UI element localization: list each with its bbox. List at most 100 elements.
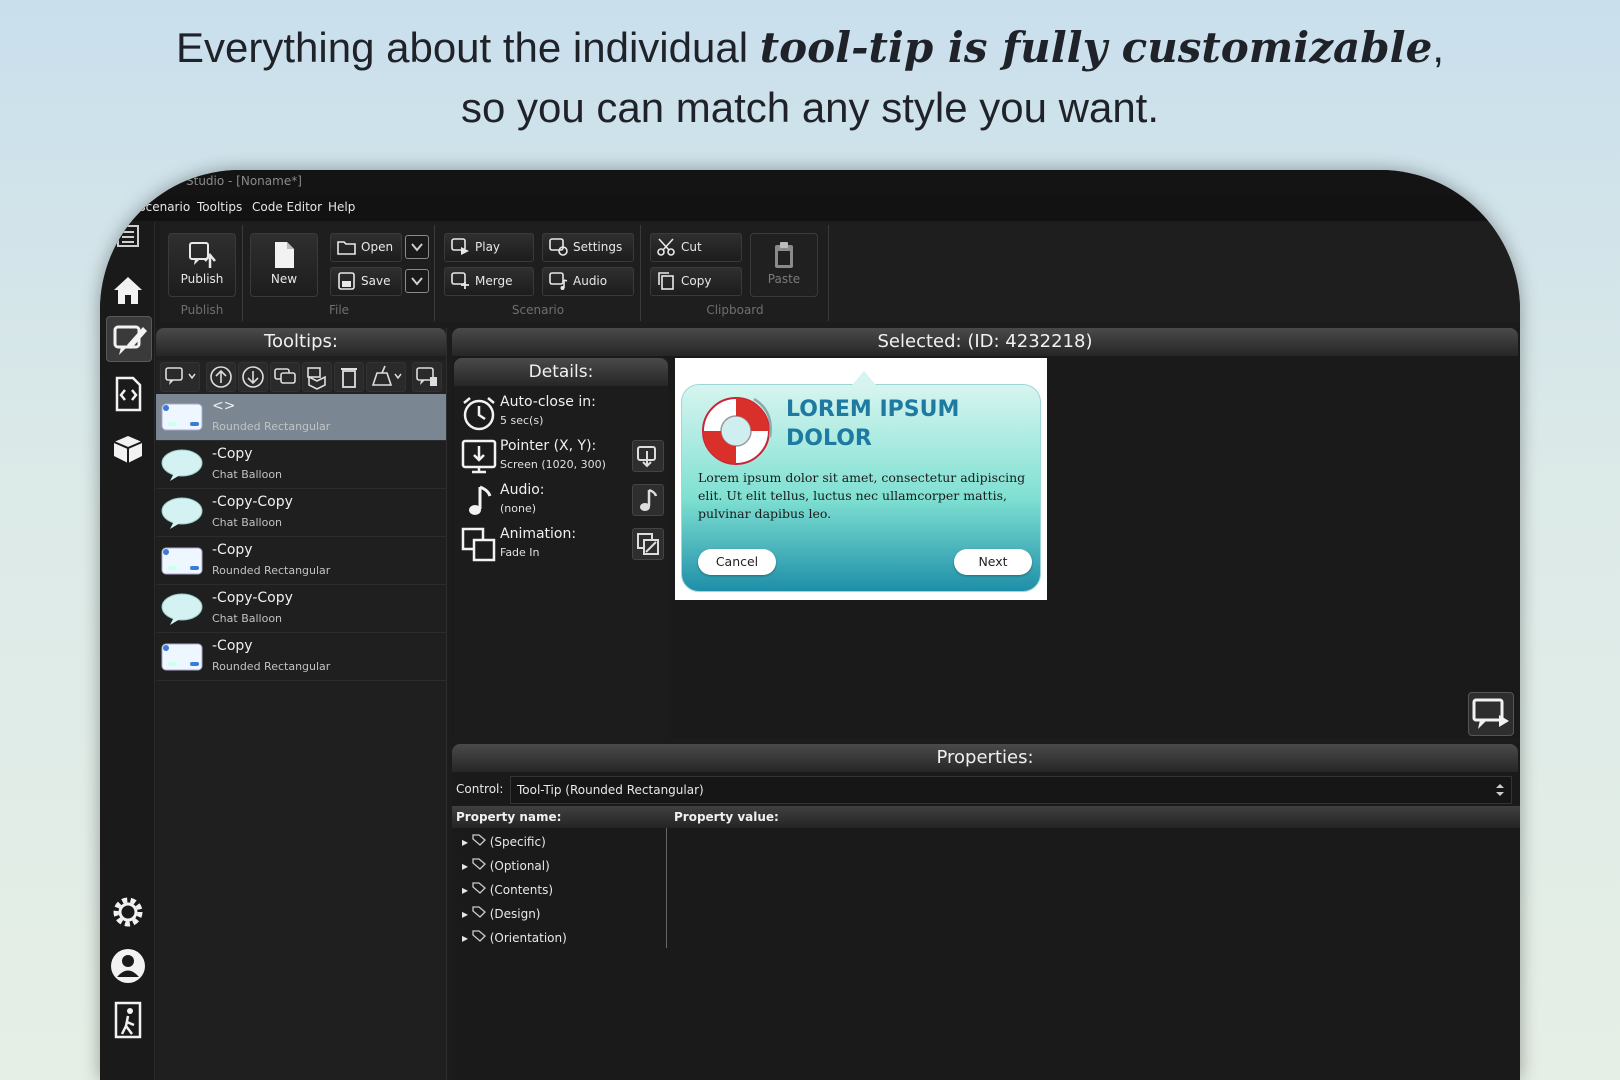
chevron-down-icon [411,243,423,252]
control-select[interactable]: Tool-Tip (Rounded Rectangular) [510,776,1512,804]
user-account-icon[interactable] [106,944,150,988]
tooltip-item-kind: Chat Balloon [212,612,283,625]
headline-line1: Everything about the individual tool-tip… [0,18,1620,78]
new-button[interactable]: New [250,233,318,297]
expand-arrow-icon: ▸ [462,835,469,849]
selected-tooltip-area: Selected: (ID: 4232218) Details: Auto-cl… [452,328,1520,738]
add-bubble-icon [165,367,196,385]
broom-icon [371,365,402,386]
preview-body: Lorem ipsum dolor sit amet, consectetur … [698,470,1026,521]
headline-prefix: Everything about the individual [176,24,760,71]
monitor-icon [416,367,437,386]
expand-arrow-icon: ▸ [462,907,469,921]
detail-audio[interactable]: Audio: (none) [454,480,668,522]
property-row-specific[interactable]: ▸ (Specific) [462,834,546,856]
autoclose-label: Auto-close in: [500,394,596,410]
audio-detail-value: (none) [500,502,537,515]
pick-pointer-button[interactable] [632,440,664,472]
code-file-icon[interactable] [106,372,150,416]
pointer-label: Pointer (X, Y): [500,438,597,454]
move-up-button[interactable] [206,362,236,392]
animation-frames-icon [461,527,496,562]
open-button[interactable]: Open [330,233,402,262]
tag-icon [472,882,486,894]
properties-header: Properties: [452,744,1518,772]
tooltip-item-name: -Copy [212,542,253,558]
audio-button[interactable]: Audio [542,267,634,296]
menu-scenario[interactable]: Scenario [138,200,190,214]
tooltip-list-item[interactable]: -Copy Rounded Rectangular [156,634,446,681]
bubble-pointer [852,371,876,385]
home-icon[interactable] [106,268,150,312]
tooltips-header: Tooltips: [156,328,446,356]
settings-gear-icon[interactable] [106,890,150,934]
chat-balloon-thumbnail-icon [161,593,203,625]
delete-tooltip-button[interactable] [334,362,364,392]
clipboard-icon [775,242,793,268]
detail-pointer[interactable]: Pointer (X, Y): Screen (1020, 300) [454,436,668,478]
property-name-column: Property name: [456,810,562,824]
copy-button[interactable]: Copy [650,267,742,296]
exit-icon[interactable] [106,998,150,1042]
clean-tooltips-button[interactable] [366,362,406,392]
scenario-group-label: Scenario [511,303,565,317]
expand-arrow-icon: ▸ [462,931,469,945]
menu-tooltips[interactable]: Tooltips [197,200,242,214]
sidebar-list-icon[interactable] [106,222,150,266]
tooltip-list-item[interactable]: -Copy-Copy Chat Balloon [156,490,446,537]
group-tooltip-button[interactable] [302,362,332,392]
menu-help[interactable]: Help [328,200,355,214]
alarm-clock-icon [463,397,495,431]
preview-tooltip-button[interactable] [412,362,442,392]
preview-next-button[interactable]: Next [954,549,1032,575]
property-row-orientation[interactable]: ▸ (Orientation) [462,930,567,952]
headline-line2: so you can match any style you want. [460,84,1160,131]
tooltip-list-item[interactable]: <> Rounded Rectangular [156,394,446,441]
music-note-icon [469,485,492,515]
tooltip-list-item[interactable]: -Copy Rounded Rectangular [156,538,446,585]
play-button[interactable]: Play [444,233,534,262]
copy-icon [658,272,674,290]
edit-animation-button[interactable] [632,528,664,560]
preview-cancel-button[interactable]: Cancel [698,549,776,575]
animation-value: Fade In [500,546,540,559]
app-window: Studio - [Noname*] Scenario Tooltips Cod… [100,170,1520,1080]
tooltip-item-name: -Copy [212,446,253,462]
left-sidebar [100,222,155,1080]
ribbon-group-scenario: Play Settings Merge Audio Scenario [436,225,641,321]
property-row-design[interactable]: ▸ (Design) [462,906,540,928]
pointer-value: Screen (1020, 300) [500,458,606,471]
settings-button[interactable]: Settings [542,233,634,262]
play-preview-button[interactable] [1468,692,1514,736]
cut-button[interactable]: Cut [650,233,742,262]
detail-animation[interactable]: Animation: Fade In [454,524,668,566]
ribbon-toolbar: Publish Publish New Open Save File Play … [160,222,1520,322]
publish-button[interactable]: Publish [168,233,236,297]
save-dropdown[interactable] [405,269,429,293]
tooltips-toolbar [156,360,446,394]
package-icon[interactable] [106,426,150,470]
lifebuoy-icon [702,397,772,465]
merge-button[interactable]: Merge [444,267,534,296]
move-down-button[interactable] [238,362,268,392]
add-tooltip-button[interactable] [160,362,200,392]
tooltip-editor-icon[interactable] [106,316,152,362]
property-row-contents[interactable]: ▸ (Contents) [462,882,553,904]
paste-label: Paste [767,272,801,286]
tooltip-item-name: -Copy-Copy [212,494,293,510]
autoclose-value: 5 sec(s) [500,414,544,427]
headline-emphasis: tool-tip is fully customizable [759,23,1433,72]
tooltip-list-item[interactable]: -Copy Chat Balloon [156,442,446,489]
tooltip-item-name: -Copy-Copy [212,590,293,606]
arrow-down-circle-icon [242,366,264,388]
menu-code-editor[interactable]: Code Editor [252,200,322,214]
detail-autoclose[interactable]: Auto-close in: 5 sec(s) [454,392,668,434]
tooltip-bubble: LOREM IPSUM DOLOR Lorem ipsum dolor sit … [681,371,1041,592]
property-row-optional[interactable]: ▸ (Optional) [462,858,550,880]
open-dropdown[interactable] [405,235,429,259]
pick-audio-button[interactable] [632,484,664,516]
paste-button[interactable]: Paste [750,233,818,297]
save-button[interactable]: Save [330,267,402,296]
tooltip-list-item[interactable]: -Copy-Copy Chat Balloon [156,586,446,633]
duplicate-tooltip-button[interactable] [270,362,300,392]
